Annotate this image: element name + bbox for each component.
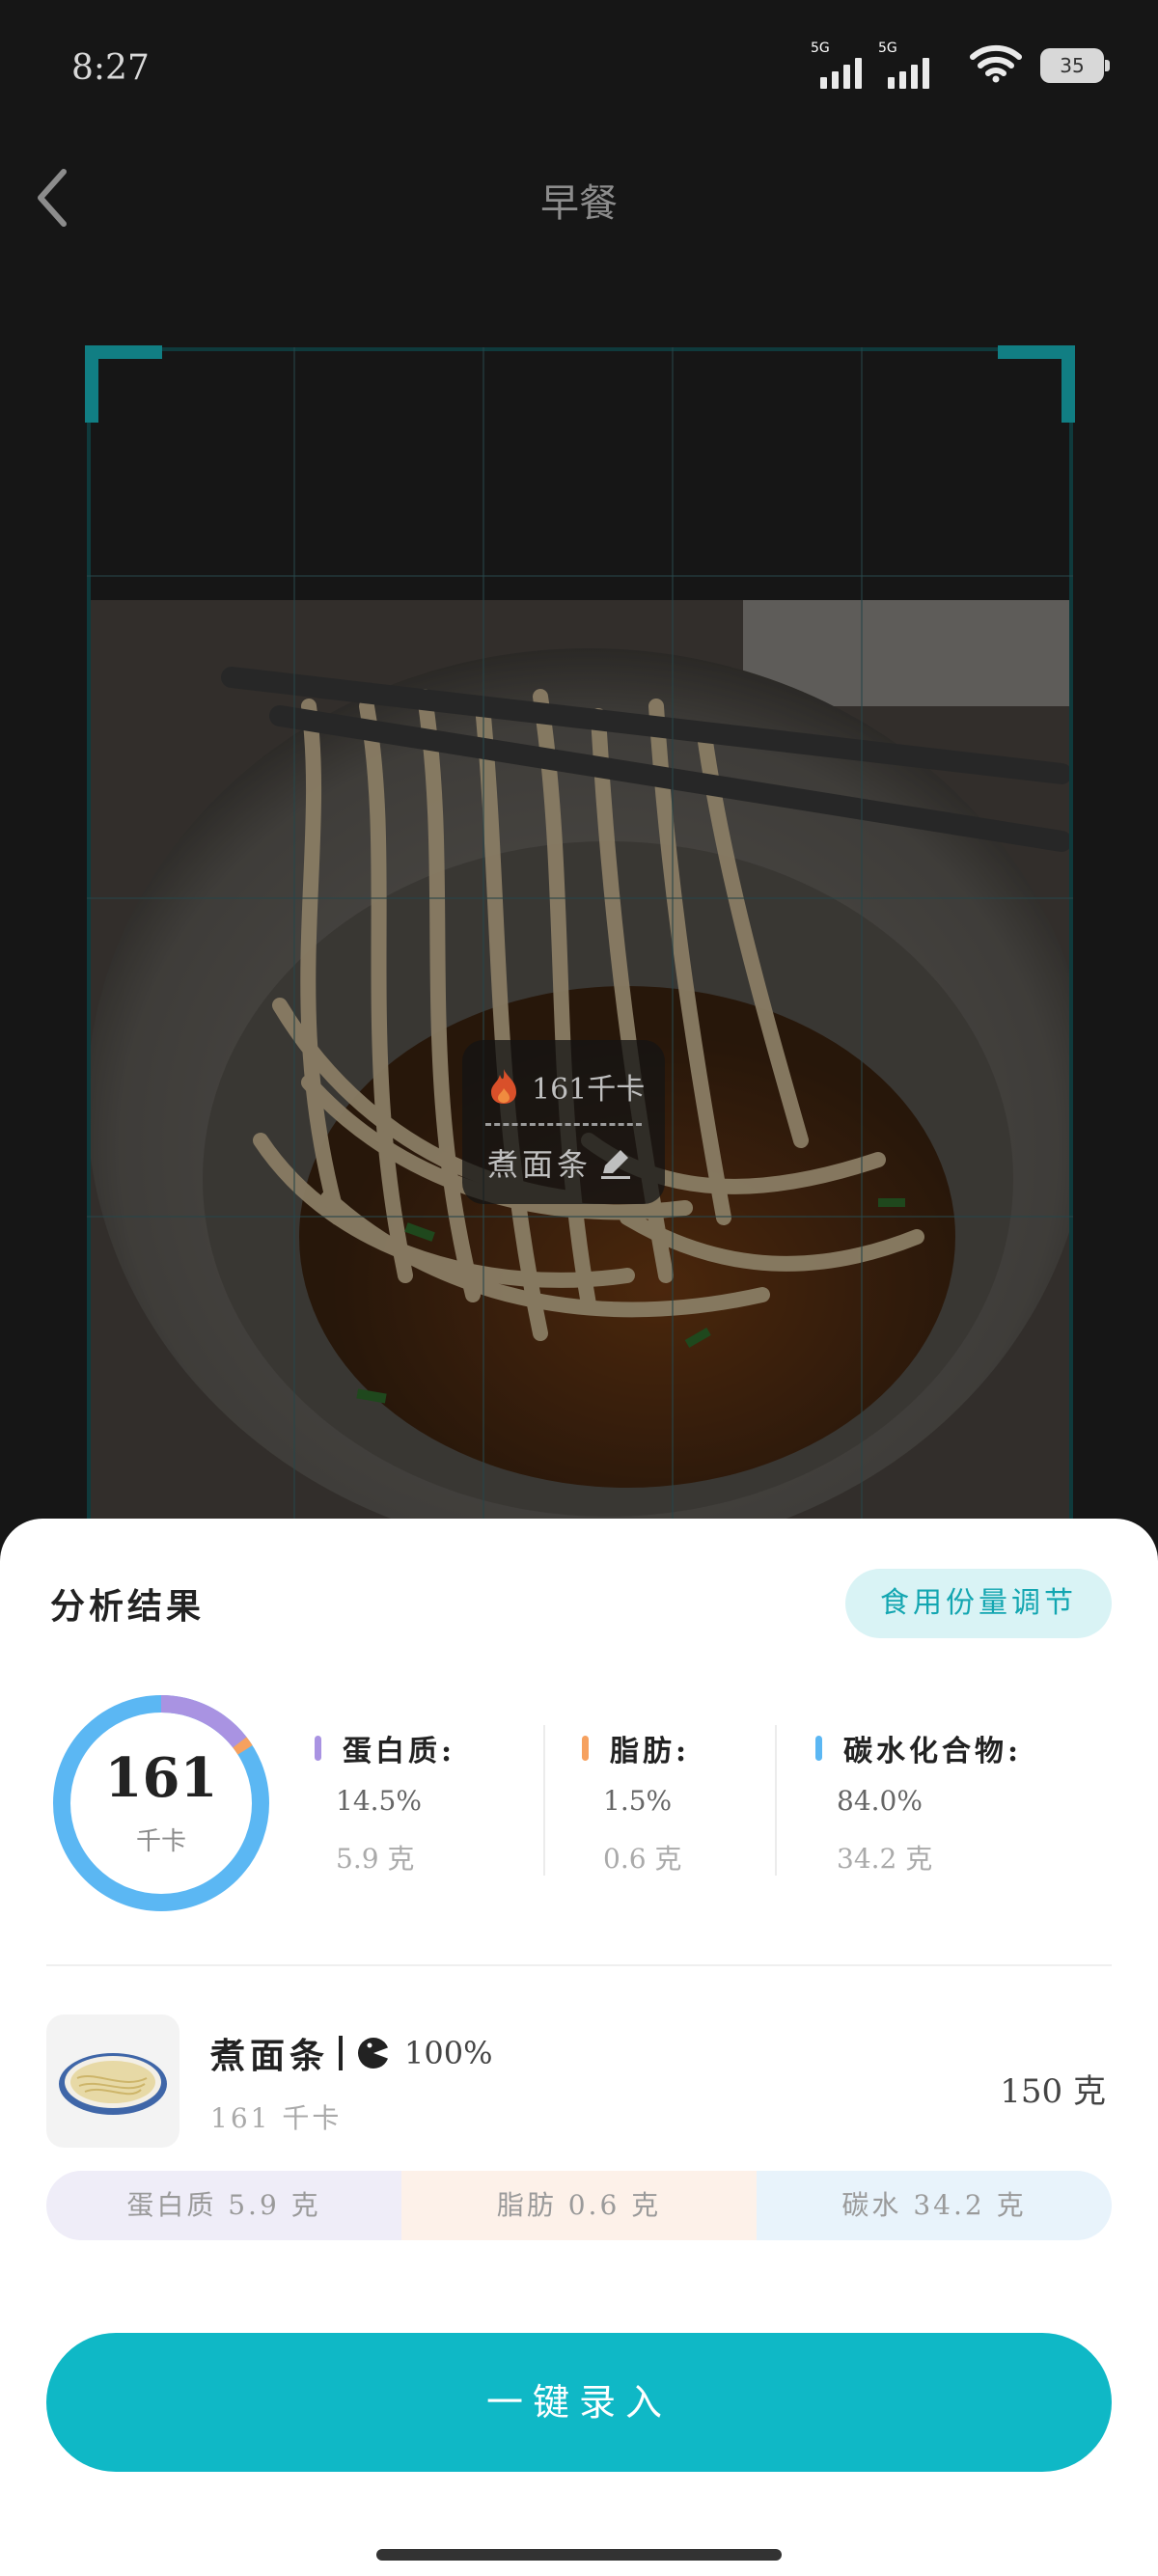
separator — [339, 2036, 344, 2070]
status-time: 8:27 — [71, 48, 150, 88]
grid-line — [87, 1216, 1073, 1218]
wifi-icon — [970, 44, 1022, 83]
scan-corner — [998, 345, 1075, 423]
grid-line — [293, 347, 295, 1524]
fat-color-dot — [582, 1736, 589, 1761]
food-macro-strip: 蛋白质 5.9 克 脂肪 0.6 克 碳水 34.2 克 — [46, 2171, 1112, 2240]
grid-line — [861, 347, 863, 1524]
one-click-record-button[interactable]: 一键录入 — [46, 2333, 1112, 2472]
fire-icon — [491, 1069, 516, 1104]
macro-percent: 1.5% — [603, 1785, 673, 1817]
edit-icon[interactable] — [597, 1144, 634, 1181]
section-divider — [46, 1964, 1112, 1966]
network-type-label: 5G — [878, 41, 897, 56]
total-calories-value: 161 — [104, 1746, 218, 1810]
pie-chart-icon — [358, 2038, 391, 2069]
food-recognition-tag[interactable]: 161千卡 煮面条 — [462, 1040, 665, 1204]
scan-corner — [85, 345, 162, 423]
macro-carb: 碳水化合物: 84.0% 34.2 克 — [815, 1729, 1022, 1877]
battery-icon: 35 — [1040, 48, 1110, 83]
macro-fat: 脂肪: 1.5% 0.6 克 — [582, 1729, 690, 1877]
status-bar: 8:27 5G 5G 35 — [0, 0, 1158, 145]
home-indicator[interactable] — [376, 2549, 782, 2561]
grid-line — [87, 575, 1073, 577]
macro-grams: 34.2 克 — [837, 1843, 933, 1875]
macro-label: 脂肪: — [610, 1735, 691, 1768]
strip-fat: 脂肪 0.6 克 — [401, 2171, 757, 2240]
macro-grams: 5.9 克 — [336, 1843, 415, 1875]
food-item-calories: 161 千卡 — [210, 2102, 343, 2134]
sheet-title: 分析结果 — [50, 1586, 206, 1627]
grid-line — [672, 347, 674, 1524]
protein-color-dot — [315, 1736, 321, 1761]
page-title: 早餐 — [540, 181, 618, 226]
food-item-percent: 100% — [404, 2035, 493, 2071]
tag-food-name: 煮面条 — [487, 1146, 593, 1183]
carb-color-dot — [815, 1736, 822, 1761]
portion-adjust-button[interactable]: 食用份量调节 — [845, 1569, 1112, 1638]
macro-label: 蛋白质: — [343, 1735, 456, 1768]
food-thumbnail — [46, 2014, 179, 2148]
scan-frame — [87, 347, 1073, 1524]
macro-percent: 84.0% — [837, 1785, 923, 1817]
status-icons: 5G 5G 35 — [811, 41, 1110, 89]
divider — [775, 1725, 777, 1876]
grid-line — [482, 347, 484, 1524]
strip-protein: 蛋白质 5.9 克 — [46, 2171, 401, 2240]
analysis-sheet: 分析结果 食用份量调节 161 千卡 蛋白质: 14.5% 5.9 克 脂肪: … — [0, 1519, 1158, 2576]
macro-grams: 0.6 克 — [603, 1843, 682, 1875]
total-calories-unit: 千卡 — [135, 1827, 186, 1856]
tag-calories: 161千卡 — [532, 1073, 646, 1107]
food-item-weight[interactable]: 150 克 — [1000, 2065, 1106, 2112]
divider — [543, 1725, 545, 1876]
food-item-header: 煮面条 100% — [210, 2030, 493, 2076]
macro-label: 碳水化合物: — [843, 1735, 1023, 1768]
camera-scan-area: 161千卡 煮面条 — [85, 345, 1075, 1524]
grid-line — [87, 897, 1073, 899]
macro-protein: 蛋白质: 14.5% 5.9 克 — [315, 1729, 455, 1877]
strip-carb: 碳水 34.2 克 — [757, 2171, 1112, 2240]
tag-divider — [485, 1123, 642, 1126]
food-item-name: 煮面条 — [210, 2036, 330, 2076]
macro-percent: 14.5% — [336, 1785, 422, 1817]
network-type-label: 5G — [811, 41, 830, 56]
